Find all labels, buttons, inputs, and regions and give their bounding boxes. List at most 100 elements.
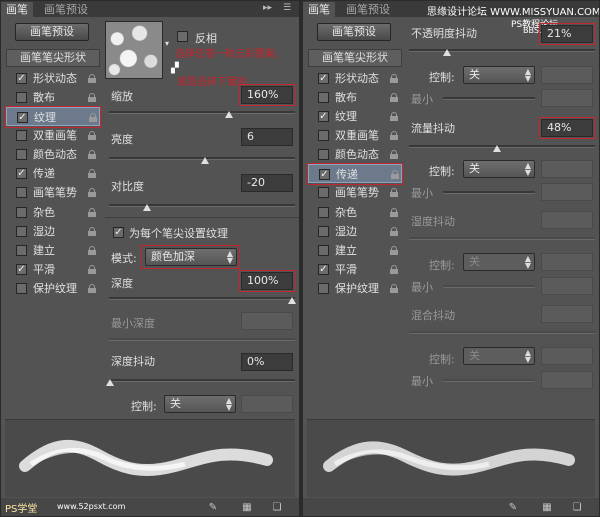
mix-jitter-input[interactable] [541,305,593,323]
checkbox[interactable] [16,226,27,237]
opacity-jitter-slider[interactable] [409,49,595,52]
checkbox[interactable] [318,130,329,141]
depth-jitter-input[interactable]: 0% [241,353,293,371]
control-extra-input[interactable] [241,395,293,413]
grid-icon[interactable]: ▦ [241,502,253,514]
checkbox[interactable] [318,207,329,218]
checkbox[interactable]: ✓ [16,264,27,275]
checkbox[interactable]: ✓ [16,168,27,179]
lock-icon[interactable] [88,246,96,255]
wetness-min-input[interactable] [541,277,593,295]
sidebar-item-color-dynamics[interactable]: 颜色动态 [6,145,100,164]
mix-jitter-slider[interactable] [409,331,595,334]
flow-control-extra[interactable] [541,160,593,178]
checkbox[interactable] [16,130,27,141]
min-depth-slider[interactable] [109,338,295,341]
flow-min-input[interactable] [541,183,593,201]
checkbox[interactable]: ✓ [16,73,27,84]
tab-brush-presets[interactable]: 画笔预设 [341,2,395,17]
checkbox[interactable]: ✓ [318,73,329,84]
wetness-control-select[interactable]: 关 ▲ ▼ [463,253,535,271]
lock-icon[interactable] [88,188,96,197]
grid-icon[interactable]: ▦ [541,502,553,514]
sidebar-item-brush-pose[interactable]: 画笔笔势 [308,183,402,202]
sidebar-item-transfer[interactable]: ✓ 传递 [6,164,100,183]
wetness-jitter-slider[interactable] [409,237,595,240]
lock-icon[interactable] [390,150,398,159]
collapse-icon[interactable]: ▸▸ [263,3,272,13]
checkbox[interactable] [318,283,329,294]
sidebar-item-protect-texture[interactable]: 保护纹理 [6,279,100,298]
sidebar-item-shape-dynamics[interactable]: ✓ 形状动态 [308,69,402,88]
invert-checkbox[interactable] [177,31,188,42]
depth-jitter-slider-knob[interactable] [106,379,114,386]
mix-control-extra[interactable] [541,347,593,365]
brush-tip-shape[interactable]: 画笔笔尖形状 [6,49,100,67]
brush-presets-button[interactable]: 画笔预设 [15,23,89,41]
brush-presets-button[interactable]: 画笔预设 [317,23,391,41]
contrast-slider-knob[interactable] [143,204,151,211]
sidebar-item-smoothing[interactable]: ✓ 平滑 [6,260,100,279]
lock-icon[interactable] [390,131,398,140]
sidebar-item-scattering[interactable]: 散布 [6,88,100,107]
checkbox[interactable] [16,245,27,256]
checkbox[interactable] [318,245,329,256]
flow-jitter-slider[interactable] [409,145,595,148]
wetness-control-extra[interactable] [541,253,593,271]
lock-icon[interactable] [390,208,398,217]
scale-slider-knob[interactable] [225,111,233,118]
checkbox[interactable] [318,226,329,237]
lock-icon[interactable] [88,93,96,102]
lock-icon[interactable] [88,150,96,159]
lock-icon[interactable] [88,265,96,274]
sidebar-item-shape-dynamics[interactable]: ✓ 形状动态 [6,69,100,88]
sidebar-item-build-up[interactable]: 建立 [6,241,100,260]
panel-menu-icon[interactable]: ☰ [283,3,291,13]
sidebar-item-smoothing[interactable]: ✓ 平滑 [308,260,402,279]
depth-slider-knob[interactable] [288,297,296,304]
lock-icon[interactable] [88,169,96,178]
texture-swatch[interactable] [105,21,163,79]
checkbox[interactable]: ✓ [318,111,329,122]
toggle-preview-icon[interactable]: ✎ [507,502,519,514]
lock-icon[interactable] [88,131,96,140]
sidebar-item-color-dynamics[interactable]: 颜色动态 [308,145,402,164]
lock-icon[interactable] [390,227,398,236]
tab-brush-presets[interactable]: 画笔预设 [39,2,93,17]
opacity-min-input[interactable] [541,89,593,107]
checkbox[interactable] [16,92,27,103]
flow-control-select[interactable]: 关 ▲ ▼ [463,160,535,178]
sidebar-item-brush-pose[interactable]: 画笔笔势 [6,183,100,202]
lock-icon[interactable] [390,112,398,121]
depth-jitter-slider[interactable] [109,379,295,382]
checkbox[interactable] [16,187,27,198]
checkbox[interactable]: ✓ [318,264,329,275]
sidebar-item-wet-edges[interactable]: 湿边 [308,222,402,241]
per-tip-checkbox[interactable]: ✓ [113,227,124,238]
lock-icon[interactable] [88,284,96,293]
sidebar-item-texture[interactable]: ✓ 纹理 [308,107,402,126]
tab-brush[interactable]: 画笔 [1,2,33,17]
new-brush-icon[interactable]: ❏ [571,502,583,514]
opacity-control-select[interactable]: 关 ▲ ▼ [463,66,535,84]
brightness-input[interactable]: 6 [241,128,293,146]
min-depth-input[interactable] [241,312,293,330]
lock-icon[interactable] [390,93,398,102]
sidebar-item-dual-brush[interactable]: 双重画笔 [6,126,100,145]
checkbox[interactable] [16,207,27,218]
brush-tip-shape[interactable]: 画笔笔尖形状 [308,49,402,67]
lock-icon[interactable] [88,74,96,83]
chevron-down-icon[interactable]: ▾ [165,39,169,48]
control-select[interactable]: 关 ▲ ▼ [164,395,236,413]
sidebar-item-dual-brush[interactable]: 双重画笔 [308,126,402,145]
checkbox[interactable] [318,187,329,198]
checkbox[interactable] [16,283,27,294]
scale-slider[interactable] [109,111,295,114]
mix-min-input[interactable] [541,371,593,389]
flow-jitter-slider-knob[interactable] [493,145,501,152]
checkbox[interactable] [318,149,329,160]
lock-icon[interactable] [390,188,398,197]
wetness-min-slider[interactable] [443,285,535,288]
sidebar-item-scattering[interactable]: 散布 [308,88,402,107]
checkbox[interactable] [16,149,27,160]
